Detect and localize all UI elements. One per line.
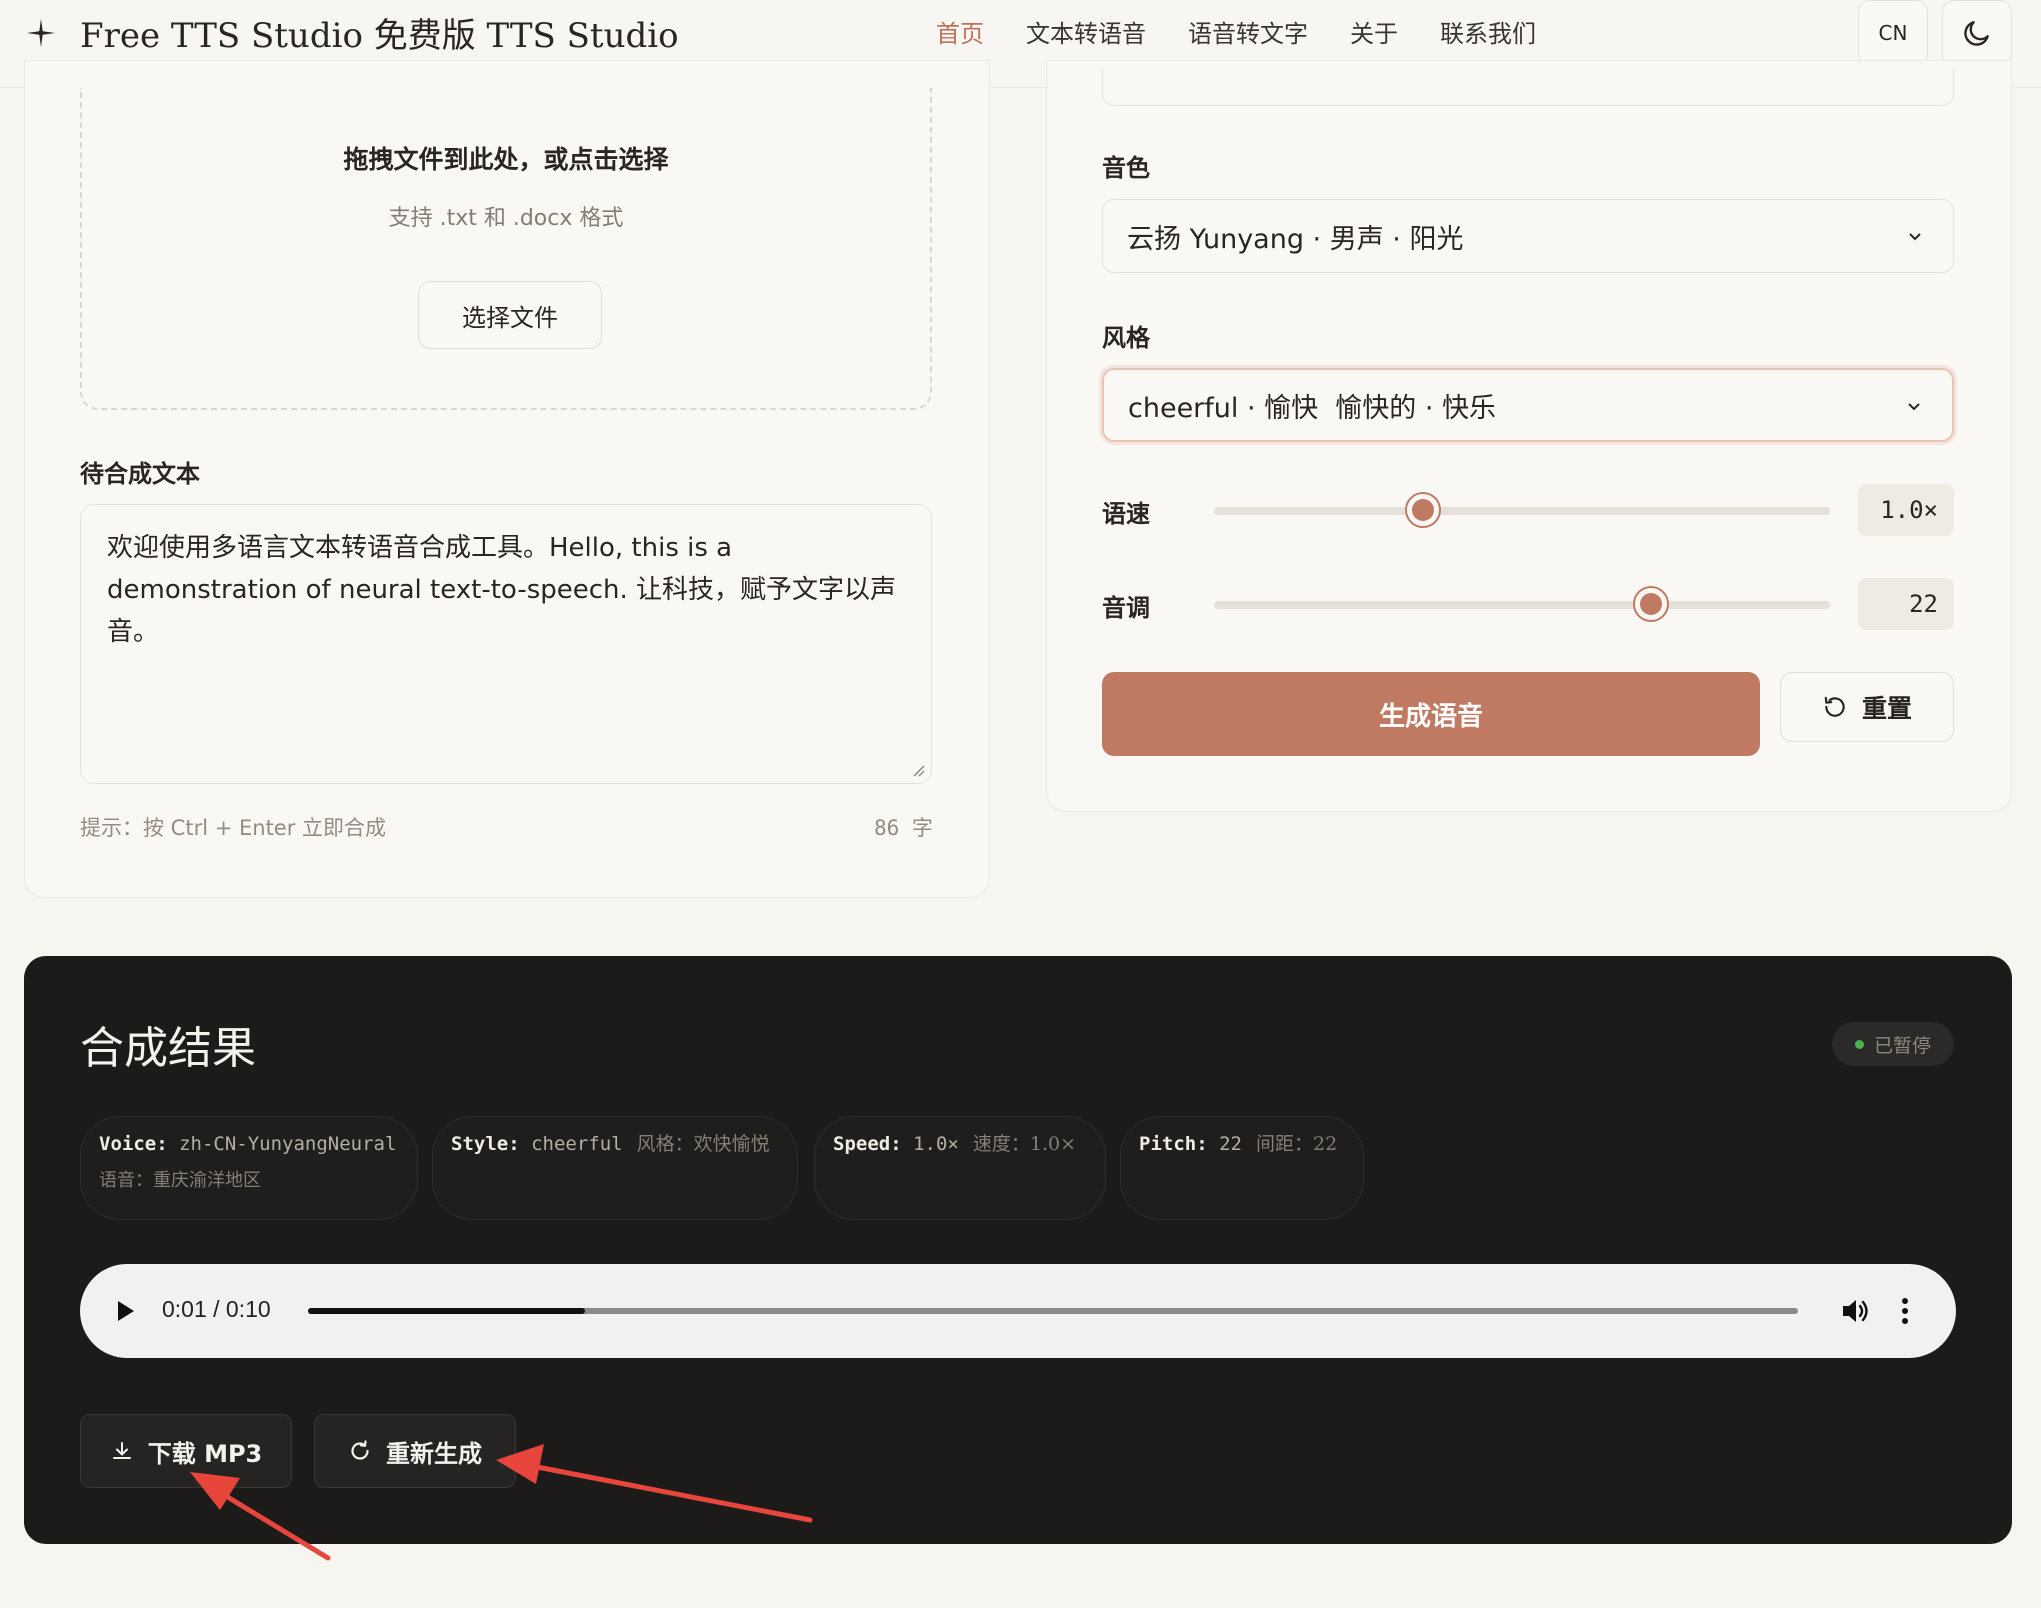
- chip-key: Speed:: [833, 1133, 902, 1155]
- voice-chip: Voice: zh-CN-YunyangNeural 语音：重庆渝洋地区: [80, 1116, 418, 1220]
- audio-player: 0:01 / 0:10: [80, 1264, 1956, 1358]
- status-text: 已暂停: [1873, 1034, 1931, 1057]
- regenerate-button[interactable]: 重新生成: [314, 1414, 516, 1488]
- style-select-value: cheerful · 愉快 愉快的 · 快乐: [1128, 392, 1497, 424]
- voice-select[interactable]: 云扬 Yunyang · 男声 · 阳光: [1102, 199, 1954, 273]
- chevron-down-icon: [1908, 403, 1920, 411]
- chip-value: 22: [1219, 1133, 1242, 1155]
- regenerate-button-label: 重新生成: [386, 1439, 482, 1468]
- result-title: 合成结果: [80, 1023, 256, 1074]
- speed-slider[interactable]: [1214, 492, 1830, 528]
- main-nav: 首页 文本转语音 语音转文字 关于 联系我们: [936, 14, 1536, 49]
- style-chip: Style: cheerful 风格：欢快愉悦: [432, 1116, 798, 1220]
- playback-progress-bar[interactable]: [308, 1308, 1798, 1314]
- reset-icon: [1824, 696, 1845, 717]
- pitch-slider[interactable]: [1214, 586, 1830, 622]
- resize-grip-icon[interactable]: [911, 763, 925, 777]
- dropzone-subtitle: 支持 .txt 和 .docx 格式: [388, 206, 624, 231]
- more-options-icon[interactable]: [1900, 1296, 1910, 1326]
- pitch-chip: Pitch: 22 间距：22: [1120, 1116, 1364, 1220]
- status-dot-icon: [1854, 1039, 1864, 1049]
- file-dropzone[interactable]: 拖拽文件到此处，或点击选择 支持 .txt 和 .docx 格式 选择文件: [80, 88, 932, 410]
- download-button-label: 下载 MP3: [147, 1439, 263, 1468]
- pitch-value: 22: [1858, 578, 1954, 630]
- result-panel: 合成结果 已暂停 Voice: zh-CN-YunyangNeural 语音：重…: [24, 956, 2012, 1544]
- voice-select-value: 云扬 Yunyang · 男声 · 阳光: [1127, 223, 1464, 255]
- chip-value: cheerful: [531, 1133, 623, 1155]
- chip-key: Voice:: [99, 1133, 168, 1155]
- text-label: 待合成文本: [80, 460, 200, 488]
- chevron-down-icon: [1909, 233, 1921, 241]
- style-label: 风格: [1102, 324, 1150, 352]
- language-select-partial[interactable]: [1102, 68, 1954, 106]
- theme-toggle-button[interactable]: [1942, 0, 2012, 66]
- nav-text-to-speech[interactable]: 文本转语音: [1026, 14, 1146, 49]
- reset-button[interactable]: 重置: [1780, 672, 1954, 742]
- chip-subtext: 语音：重庆渝洋地区: [99, 1170, 261, 1191]
- pitch-label: 音调: [1102, 594, 1150, 622]
- chip-subtext: 速度：1.0×: [972, 1133, 1076, 1155]
- nav-home[interactable]: 首页: [936, 14, 984, 49]
- volume-icon[interactable]: [1840, 1296, 1872, 1326]
- speed-label: 语速: [1102, 500, 1150, 528]
- text-input[interactable]: 欢迎使用多语言文本转语音合成工具。Hello, this is a demons…: [80, 504, 932, 784]
- speed-value: 1.0×: [1858, 484, 1954, 536]
- char-count: 86 字: [874, 816, 933, 840]
- sparkle-icon: [26, 18, 56, 47]
- refresh-icon: [351, 1440, 369, 1460]
- chip-value: zh-CN-YunyangNeural: [179, 1133, 397, 1155]
- moon-icon: [1964, 21, 1989, 46]
- generate-button[interactable]: 生成语音: [1102, 672, 1760, 756]
- speed-chip: Speed: 1.0× 速度：1.0×: [814, 1116, 1106, 1220]
- brand[interactable]: Free TTS Studio 免费版 TTS Studio: [24, 8, 679, 57]
- playback-time: 0:01 / 0:10: [162, 1296, 271, 1322]
- reset-button-label: 重置: [1861, 694, 1912, 723]
- status-badge: 已暂停: [1832, 1022, 1954, 1066]
- nav-about[interactable]: 关于: [1350, 14, 1398, 49]
- playback-progress-fill: [308, 1308, 586, 1314]
- style-select[interactable]: cheerful · 愉快 愉快的 · 快乐: [1102, 368, 1954, 442]
- download-icon: [112, 1442, 131, 1459]
- chip-subtext: 风格：欢快愉悦: [636, 1133, 770, 1155]
- download-mp3-button[interactable]: 下载 MP3: [80, 1414, 292, 1488]
- chip-key: Style:: [451, 1133, 520, 1155]
- dropzone-title: 拖拽文件到此处，或点击选择: [343, 145, 669, 174]
- nav-contact[interactable]: 联系我们: [1440, 14, 1536, 49]
- language-button[interactable]: CN: [1858, 0, 1928, 66]
- shortcut-hint: 提示：按 Ctrl + Enter 立即合成: [80, 816, 387, 840]
- brand-name: Free TTS Studio 免费版 TTS Studio: [80, 16, 679, 56]
- chip-key: Pitch:: [1139, 1133, 1208, 1155]
- choose-file-button[interactable]: 选择文件: [418, 281, 602, 349]
- chip-value: 1.0×: [913, 1133, 959, 1155]
- text-input-value: 欢迎使用多语言文本转语音合成工具。Hello, this is a demons…: [107, 533, 897, 647]
- chip-subtext: 间距：22: [1255, 1133, 1338, 1155]
- nav-speech-to-text[interactable]: 语音转文字: [1188, 14, 1308, 49]
- play-icon[interactable]: [116, 1299, 136, 1323]
- voice-label: 音色: [1102, 154, 1150, 182]
